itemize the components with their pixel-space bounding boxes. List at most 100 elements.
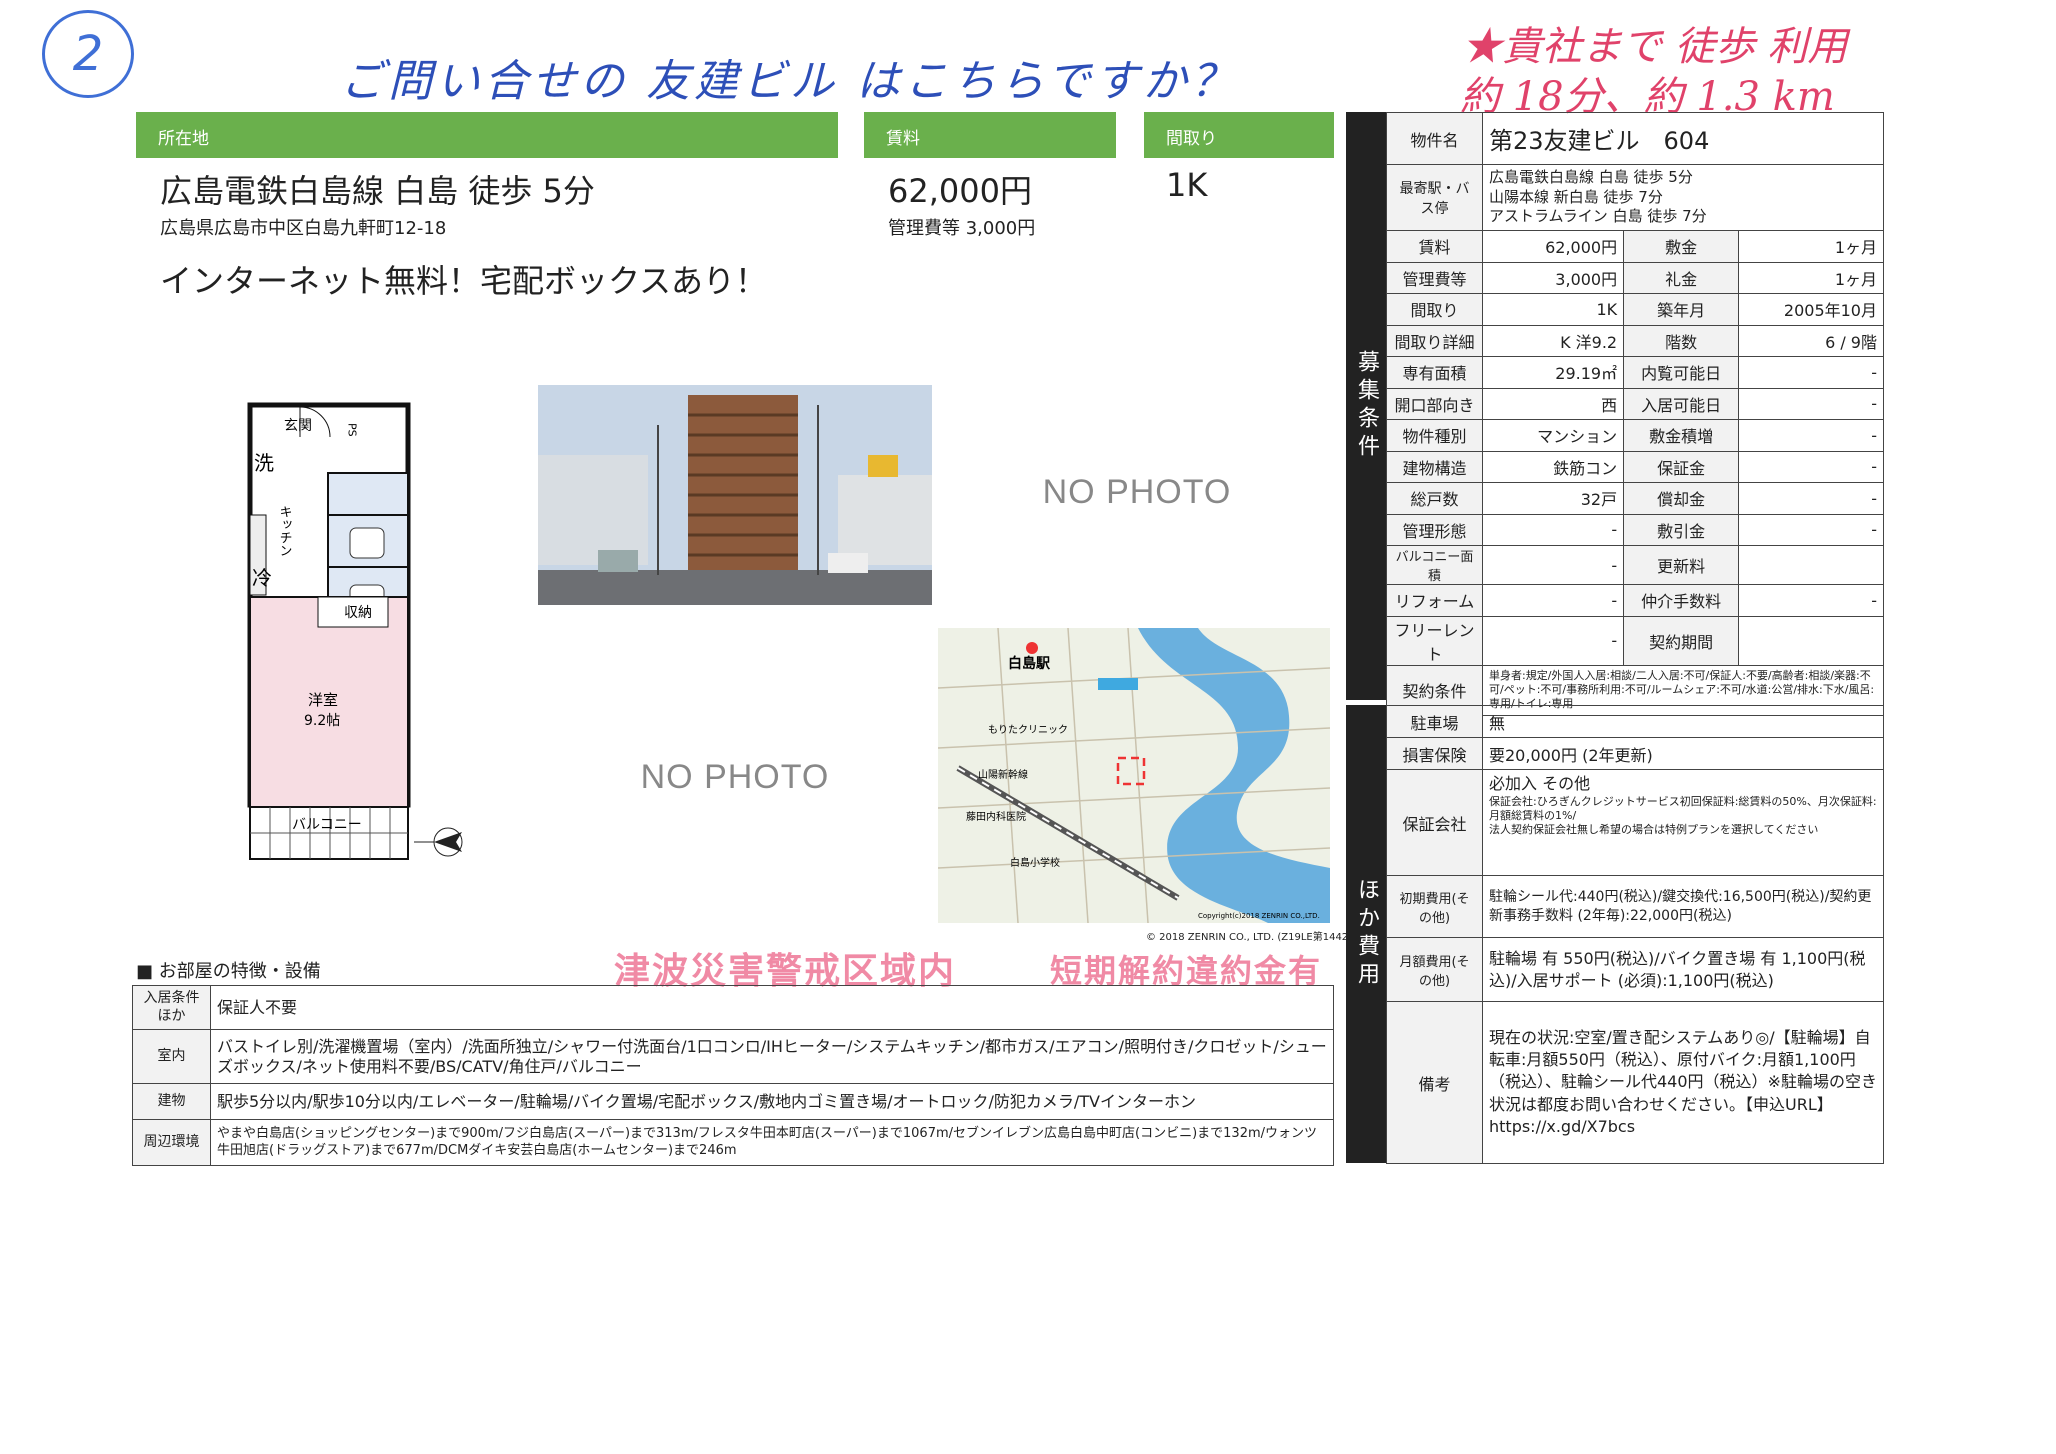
condition-value: - [1738, 387, 1884, 420]
monthly-cost-label: 月額費用(その他) [1386, 937, 1483, 1002]
rent-value: 62,000円 [888, 172, 1032, 210]
handwritten-question: ご問い合せの 友建ビル はこちらですか？ [340, 56, 1239, 107]
condition-value: - [1738, 356, 1884, 389]
condition-row: 間取り 1K 築年月 2005年10月 [1386, 293, 1884, 326]
recruit-conditions-label: 募集条件 [1346, 112, 1386, 700]
condition-label: 礼金 [1623, 261, 1740, 294]
compass-icon [414, 827, 463, 857]
condition-label: 築年月 [1623, 293, 1740, 326]
map-copyright: © 2018 ZENRIN CO., LTD. (Z19LE第1442号) [1146, 932, 1363, 943]
condition-label: 入居可能日 [1623, 387, 1740, 420]
catchphrase: インターネット無料！宅配ボックスあり！ [160, 262, 768, 300]
fp-ps: PS [346, 423, 359, 437]
condition-row: フリーレント - 契約期間 [1386, 615, 1884, 666]
condition-label: 敷金積増 [1623, 419, 1740, 452]
condition-label: 専有面積 [1386, 356, 1483, 389]
guarantor-value-1: 必加入 その他 [1489, 774, 1591, 793]
cond-station-2: 山陽本線 新白島 徒歩 7分 [1489, 187, 1663, 206]
feature-label-building: 建物 [132, 1083, 211, 1120]
guarantor-value-2: 保証会社:ひろぎんクレジットサービス初回保証料:総賃料の50%、月次保証料:月額… [1489, 794, 1877, 823]
area-map: 白島駅 もりたクリニック 山陽新幹線 藤田内科医院 白島小学校 Copyrigh… [938, 628, 1330, 923]
condition-label: 賃料 [1386, 230, 1483, 263]
insurance-value: 要20,000円 (2年更新) [1482, 737, 1884, 770]
feature-label-interior: 室内 [132, 1029, 211, 1084]
condition-value: K 洋9.2 [1481, 324, 1625, 357]
condition-value: - [1738, 450, 1884, 483]
condition-row: リフォーム - 仲介手数料 - [1386, 584, 1884, 617]
fp-balcony: バルコニー [292, 817, 362, 833]
condition-row: 専有面積 29.19㎡ 内覧可能日 - [1386, 356, 1884, 389]
condition-value: - [1481, 545, 1625, 585]
fp-wash: 洗 [254, 451, 274, 475]
initial-cost-label: 初期費用(その他) [1386, 875, 1483, 938]
feature-value-surroundings: やまや白島店(ショッピングセンター)まで900m/フジ白島店(スーパー)まで31… [210, 1119, 1334, 1166]
address: 広島県広島市中区白島九軒町12-18 [160, 218, 447, 239]
condition-value: 1ヶ月 [1738, 230, 1884, 263]
condition-label: バルコニー面積 [1386, 545, 1483, 585]
guarantor-label: 保証会社 [1386, 769, 1483, 876]
condition-label: 敷引金 [1623, 513, 1740, 546]
condition-value: 2005年10月 [1738, 293, 1884, 326]
remarks-label: 備考 [1386, 1001, 1483, 1164]
condition-row: 総戸数 32戸 償却金 - [1386, 482, 1884, 515]
condition-label: リフォーム [1386, 584, 1483, 617]
cond-station-1: 広島電鉄白島線 白島 徒歩 5分 [1489, 168, 1693, 187]
condition-label: 物件種別 [1386, 419, 1483, 452]
cond-station-3: アストラムライン 白島 徒歩 7分 [1489, 207, 1707, 226]
cond-name-value: 第23友建ビル 604 [1482, 112, 1884, 165]
condition-value: - [1481, 584, 1625, 617]
condition-label: 保証金 [1623, 450, 1740, 483]
condition-label: 総戸数 [1386, 482, 1483, 515]
monthly-cost-value: 駐輪場 有 550円(税込)/バイク置き場 有 1,100円(税込)/入居サポー… [1482, 937, 1884, 1002]
condition-value: 32戸 [1481, 482, 1625, 515]
condition-value: 6 / 9階 [1738, 324, 1884, 357]
initial-cost-value: 駐輪シール代:440円(税込)/鍵交換代:16,500円(税込)/契約更新事務手… [1482, 875, 1884, 938]
feature-value-conditions: 保証人不要 [210, 985, 1334, 1030]
circled-number-annotation: 2 [42, 10, 134, 98]
feature-value-building: 駅歩5分以内/駅歩10分以内/エレベーター/駐輪場/バイク置場/宅配ボックス/敷… [210, 1083, 1334, 1120]
condition-label: 管理形態 [1386, 513, 1483, 546]
map-hospital: 藤田内科医院 [966, 810, 1026, 823]
condition-label: 償却金 [1623, 482, 1740, 515]
condition-value: 1ヶ月 [1738, 261, 1884, 294]
condition-value: - [1738, 513, 1884, 546]
condition-value: マンション [1481, 419, 1625, 452]
fp-storage: 収納 [344, 605, 372, 621]
fp-room-size: 9.2帖 [304, 713, 340, 729]
location-header: 所在地 [136, 112, 838, 158]
map-station: 白島駅 [1008, 655, 1051, 672]
condition-label: フリーレント [1386, 615, 1483, 666]
floor-plan: 玄関 PS 洗 キッチン 冷 収納 洋室 9.2帖 バルコニー [247, 402, 411, 860]
building-photo [538, 385, 932, 605]
station-access: 広島電鉄白島線 白島 徒歩 5分 [160, 172, 595, 210]
condition-label: 管理費等 [1386, 261, 1483, 294]
condition-label: 敷金 [1623, 230, 1740, 263]
layout-value: 1K [1166, 166, 1208, 204]
insurance-label: 損害保険 [1386, 737, 1483, 770]
condition-label: 間取り [1386, 293, 1483, 326]
management-fee: 管理費等 3,000円 [888, 218, 1036, 239]
condition-row: 管理形態 - 敷引金 - [1386, 513, 1884, 546]
condition-row: 管理費等 3,000円 礼金 1ヶ月 [1386, 261, 1884, 294]
fp-entrance: 玄関 [284, 417, 312, 434]
condition-label: 更新料 [1623, 545, 1740, 585]
condition-value: - [1738, 419, 1884, 452]
remarks-value: 現在の状況:空室/置き配システムあり◎/【駐輪場】自転車:月額550円（税込）、… [1482, 1001, 1884, 1164]
features-title: ■ お部屋の特徴・設備 [136, 961, 321, 982]
condition-value: 鉄筋コン [1481, 450, 1625, 483]
condition-row: 建物構造 鉄筋コン 保証金 - [1386, 450, 1884, 483]
condition-value: 1K [1481, 293, 1625, 326]
condition-value: 62,000円 [1481, 230, 1625, 263]
condition-value [1738, 545, 1884, 585]
condition-row: 物件種別 マンション 敷金積増 - [1386, 419, 1884, 452]
condition-label: 建物構造 [1386, 450, 1483, 483]
condition-value: - [1481, 513, 1625, 546]
map-school: 白島小学校 [1010, 856, 1060, 869]
costs-table: 駐車場 無 損害保険 要20,000円 (2年更新) 保証会社 必加入 その他 … [1386, 705, 1884, 1164]
fp-fridge: 冷 [252, 566, 272, 590]
condition-row: バルコニー面積 - 更新料 [1386, 545, 1884, 585]
parking-label: 駐車場 [1386, 705, 1483, 738]
feature-label-conditions: 入居条件ほか [132, 985, 211, 1030]
condition-label: 契約期間 [1623, 615, 1740, 666]
condition-label: 仲介手数料 [1623, 584, 1740, 617]
